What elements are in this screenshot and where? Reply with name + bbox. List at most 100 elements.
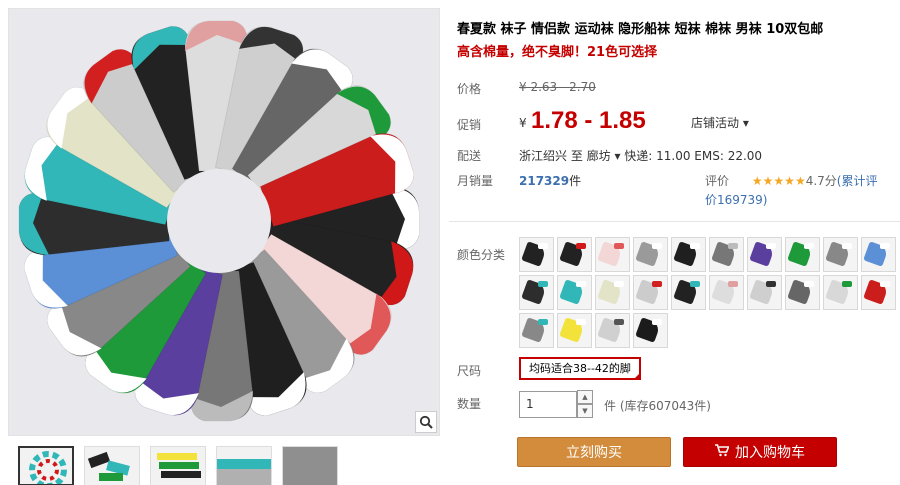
sales-label: 月销量 [457,174,494,188]
buy-now-label: 立刻购买 [566,445,622,461]
color-swatch[interactable] [785,275,820,310]
size-option-selected[interactable]: 均码适合38--42的脚 [519,357,641,380]
currency-symbol: ¥ [519,116,527,130]
promo-price: 1.78 - 1.85 [531,107,646,134]
sock-trim [690,243,700,249]
color-swatch[interactable] [861,275,896,310]
sock-trim [576,319,586,325]
color-label: 颜色分类 [457,248,506,262]
thumbnail-4[interactable] [216,446,272,485]
arrow-down-icon: ▼ [582,407,588,415]
original-price: ¥ 2.63 - 2.70 [519,80,596,94]
sock-trim [576,281,586,287]
color-swatch-grid [519,237,900,348]
color-swatch[interactable] [595,313,630,348]
selected-check-icon [632,372,641,380]
sock-trim [804,281,814,287]
sales-unit: 件 [569,174,582,188]
thumbnail-3[interactable] [150,446,206,485]
sock-trim [614,319,624,325]
sock-trim [804,243,814,249]
color-swatch[interactable] [823,275,858,310]
sock-trim [652,319,662,325]
quantity-increase-button[interactable]: ▲ [577,390,593,404]
monthly-sales: 217329件 [519,172,581,189]
size-label: 尺码 [457,364,482,378]
color-swatch[interactable] [633,275,668,310]
sock-trim [880,243,890,249]
color-swatch[interactable] [633,237,668,272]
color-swatch[interactable] [519,237,554,272]
magnifier-icon [419,415,433,429]
color-swatch[interactable] [595,237,630,272]
sock-trim [728,281,738,287]
price-label: 价格 [457,82,482,96]
sock-trim [880,281,890,287]
color-swatch[interactable] [557,237,592,272]
shipping-label: 配送 [457,149,482,163]
color-swatch[interactable] [557,313,592,348]
size-option-label: 均码适合38--42的脚 [529,362,631,375]
product-subtitle: 高含棉量，绝不臭脚！21色可选择 [457,45,658,60]
color-swatch[interactable] [557,275,592,310]
sock-trim [576,243,586,249]
color-swatch[interactable] [709,237,744,272]
sock-trim [652,243,662,249]
color-swatch[interactable] [671,237,706,272]
add-to-cart-label: 加入购物车 [735,445,805,461]
sock-trim [614,281,624,287]
store-activity-dropdown[interactable]: 店铺活动 ▾ [691,114,749,131]
quantity-input[interactable]: 1 [519,391,577,418]
star-rating-icon: ★★★★★ [751,174,806,188]
buy-now-button[interactable]: 立刻购买 [517,437,671,467]
sock-trim [842,243,852,249]
socks-fan-illustration [18,20,420,422]
add-to-cart-button[interactable]: 加入购物车 [683,437,837,467]
thumbnail-image [157,453,201,478]
sock-trim [766,281,776,287]
quantity-decrease-button[interactable]: ▼ [577,404,593,418]
color-swatch[interactable] [785,237,820,272]
shipping-info[interactable]: 浙江绍兴 至 廊坊 ▾ 快递: 11.00 EMS: 22.00 [519,147,762,164]
color-swatch[interactable] [747,275,782,310]
sock-trim [728,243,738,249]
color-swatch[interactable] [671,275,706,310]
color-swatch[interactable] [747,237,782,272]
rating-block: 评价 ★★★★★4.7分(累计评价169739) [705,172,885,210]
color-swatch[interactable] [519,275,554,310]
thumbnail-image [29,451,67,484]
arrow-up-icon: ▲ [582,393,588,401]
sock-trim [538,243,548,249]
thumbnail-image [283,447,337,485]
divider [449,221,900,222]
sock-trim [538,319,548,325]
color-swatch[interactable] [595,275,630,310]
quantity-label: 数量 [457,397,482,411]
promo-label: 促销 [457,118,482,132]
thumbnail-strip [18,446,338,485]
sock-trim [614,243,624,249]
sock-trim [538,281,548,287]
rating-score: 4.7分 [805,174,837,188]
shopping-cart-icon [715,438,730,468]
color-swatch[interactable] [519,313,554,348]
thumbnail-5[interactable] [282,446,338,485]
stock-info: 件 (库存607043件) [604,399,711,413]
sock-trim [652,281,662,287]
sock-trim [842,281,852,287]
color-swatch[interactable] [823,237,858,272]
sock-trim [766,243,776,249]
thumbnail-image [217,459,271,485]
thumbnail-image [87,451,130,481]
rating-label: 评价 [705,174,730,188]
sales-count: 217329 [519,174,570,188]
color-swatch[interactable] [709,275,744,310]
color-swatch[interactable] [861,237,896,272]
color-swatch[interactable] [633,313,668,348]
thumbnail-2[interactable] [84,446,140,485]
product-title: 春夏款 袜子 情侣款 运动袜 隐形船袜 短袜 棉袜 男袜 10双包邮 [457,22,824,37]
sock-trim [690,281,700,287]
zoom-button[interactable] [415,411,437,433]
main-product-image[interactable] [8,8,440,436]
thumbnail-1[interactable] [18,446,74,485]
